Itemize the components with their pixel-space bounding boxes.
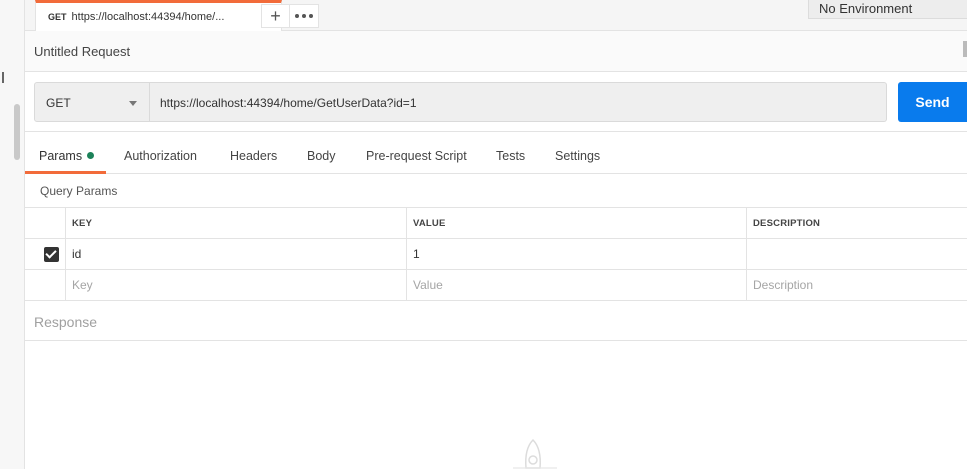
- method-select-value: GET: [46, 96, 71, 110]
- response-label: Response: [34, 314, 98, 330]
- table-header-row: KEY VALUE DESCRIPTION: [25, 208, 967, 239]
- param-value-field[interactable]: 1: [406, 239, 746, 269]
- ellipsis-icon-dot: [295, 14, 299, 18]
- sidebar-edge-glyph: [2, 72, 4, 83]
- tab-tests[interactable]: Tests: [496, 132, 525, 174]
- title-bar-edge: [963, 41, 967, 57]
- request-tab-method: GET: [48, 12, 67, 22]
- tab-pre-request-script[interactable]: Pre-request Script: [366, 132, 467, 174]
- tab-authorization[interactable]: Authorization: [124, 132, 197, 174]
- method-select[interactable]: GET: [34, 82, 150, 122]
- send-button[interactable]: Send: [898, 82, 967, 122]
- url-bar: GET https://localhost:44394/home/GetUser…: [25, 72, 967, 132]
- param-enabled-checkbox[interactable]: [44, 246, 59, 262]
- more-tabs-button[interactable]: [289, 4, 319, 28]
- sidebar-edge: [0, 0, 25, 469]
- tab-settings[interactable]: Settings: [555, 132, 600, 174]
- new-tab-button[interactable]: +: [261, 4, 289, 28]
- query-params-table: KEY VALUE DESCRIPTION id 1 Key Value Des…: [25, 207, 967, 301]
- request-tab[interactable]: GET https://localhost:44394/home/...: [35, 0, 282, 31]
- new-description-input[interactable]: Description: [746, 270, 967, 300]
- plus-icon: +: [270, 5, 281, 26]
- sidebar-scrollbar[interactable]: [14, 104, 20, 160]
- column-header-value: VALUE: [406, 208, 746, 238]
- new-key-input[interactable]: Key: [65, 270, 406, 300]
- request-title-bar: Untitled Request: [25, 31, 967, 72]
- request-tab-strip: GET https://localhost:44394/home/... + N…: [25, 0, 967, 31]
- request-tab-title: https://localhost:44394/home/...: [71, 11, 225, 23]
- column-header-key: KEY: [65, 208, 406, 238]
- tab-headers[interactable]: Headers: [230, 132, 277, 174]
- request-name[interactable]: Untitled Request: [34, 44, 130, 59]
- new-value-input[interactable]: Value: [406, 270, 746, 300]
- rocket-illustration-icon: [513, 438, 557, 469]
- tab-params[interactable]: Params: [25, 132, 107, 174]
- param-key-field[interactable]: id: [65, 239, 406, 269]
- column-header-description: DESCRIPTION: [746, 208, 967, 238]
- tab-body[interactable]: Body: [307, 132, 336, 174]
- table-row-new: Key Value Description: [25, 270, 967, 301]
- query-params-label: Query Params: [40, 184, 118, 198]
- request-subtabs: Params Authorization Headers Body Pre-re…: [25, 132, 967, 174]
- tab-params-label: Params: [39, 149, 83, 163]
- environment-select[interactable]: No Environment: [808, 0, 967, 19]
- chevron-down-icon: [129, 101, 137, 106]
- table-row: id 1: [25, 239, 967, 270]
- url-input[interactable]: https://localhost:44394/home/GetUserData…: [150, 82, 887, 122]
- param-description-field[interactable]: [746, 239, 967, 269]
- params-indicator-icon: [87, 152, 95, 159]
- response-header: Response: [25, 301, 967, 341]
